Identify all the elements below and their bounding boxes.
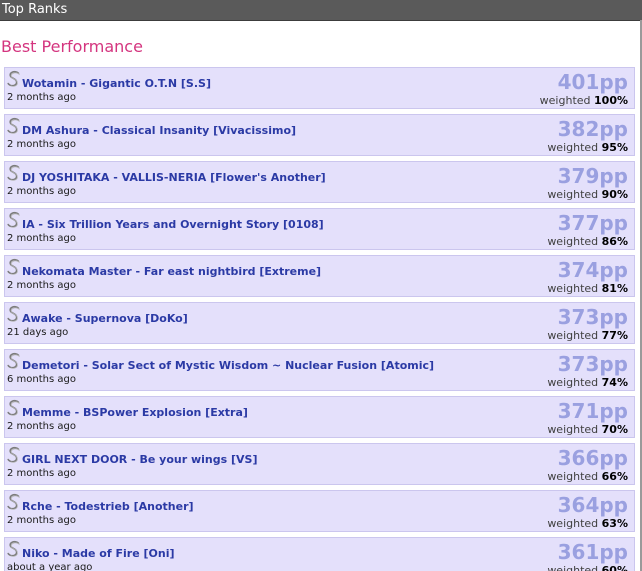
weight-info: weighted 66% (547, 470, 628, 483)
weighted-label: weighted (547, 376, 599, 389)
rank-row[interactable]: Rche - Todestrieb [Another] 2 months ago… (4, 490, 635, 532)
beatmap-link[interactable]: DM Ashura - Classical Insanity [Vivaciss… (22, 124, 296, 137)
weight-info: weighted 100% (540, 94, 628, 107)
rank-row[interactable]: Wotamin - Gigantic O.T.N [S.S] 2 months … (4, 67, 635, 109)
s-rank-icon (7, 70, 21, 88)
play-date: 6 months ago (7, 374, 76, 385)
weight-info: weighted 63% (547, 517, 628, 530)
rank-row[interactable]: IA - Six Trillion Years and Overnight St… (4, 208, 635, 250)
beatmap-link[interactable]: Rche - Todestrieb [Another] (22, 500, 194, 513)
weight-percent: 90% (601, 188, 628, 201)
pp-value: 377pp (557, 211, 628, 235)
rank-row[interactable]: Demetori - Solar Sect of Mystic Wisdom ~… (4, 349, 635, 391)
weight-percent: 74% (601, 376, 628, 389)
weight-info: weighted 81% (547, 282, 628, 295)
pp-value: 373pp (557, 305, 628, 329)
beatmap-link[interactable]: Niko - Made of Fire [Oni] (22, 547, 175, 560)
rank-row[interactable]: Niko - Made of Fire [Oni] about a year a… (4, 537, 635, 571)
s-rank-icon (7, 164, 21, 182)
rank-row[interactable]: Nekomata Master - Far east nightbird [Ex… (4, 255, 635, 297)
weight-info: weighted 86% (547, 235, 628, 248)
weighted-label: weighted (547, 235, 599, 248)
weight-percent: 63% (601, 517, 628, 530)
weighted-label: weighted (547, 517, 599, 530)
play-date: 2 months ago (7, 92, 76, 103)
weight-percent: 95% (601, 141, 628, 154)
weight-percent: 100% (594, 94, 628, 107)
weight-percent: 60% (601, 564, 628, 571)
weight-info: weighted 95% (547, 141, 628, 154)
beatmap-link[interactable]: Demetori - Solar Sect of Mystic Wisdom ~… (22, 359, 434, 372)
s-rank-icon (7, 211, 21, 229)
weight-percent: 81% (601, 282, 628, 295)
weight-percent: 77% (601, 329, 628, 342)
weighted-label: weighted (547, 564, 599, 571)
weight-info: weighted 90% (547, 188, 628, 201)
rank-row[interactable]: DM Ashura - Classical Insanity [Vivaciss… (4, 114, 635, 156)
pp-value: 401pp (557, 70, 628, 94)
s-rank-icon (7, 258, 21, 276)
play-date: 2 months ago (7, 515, 76, 526)
beatmap-link[interactable]: Memme - BSPower Explosion [Extra] (22, 406, 248, 419)
rank-row[interactable]: GIRL NEXT DOOR - Be your wings [VS] 2 mo… (4, 443, 635, 485)
top-ranks-header: Top Ranks (0, 0, 642, 21)
rank-row[interactable]: Awake - Supernova [DoKo] 21 days ago 373… (4, 302, 635, 344)
beatmap-link[interactable]: Awake - Supernova [DoKo] (22, 312, 188, 325)
weight-info: weighted 60% (547, 564, 628, 571)
s-rank-icon (7, 305, 21, 323)
s-rank-icon (7, 493, 21, 511)
beatmap-link[interactable]: GIRL NEXT DOOR - Be your wings [VS] (22, 453, 258, 466)
pp-value: 371pp (557, 399, 628, 423)
rank-list: Wotamin - Gigantic O.T.N [S.S] 2 months … (4, 67, 635, 571)
s-rank-icon (7, 117, 21, 135)
page: Top Ranks Best Performance Wotamin - Gig… (0, 0, 642, 571)
weighted-label: weighted (547, 470, 599, 483)
beatmap-link[interactable]: Wotamin - Gigantic O.T.N [S.S] (22, 77, 211, 90)
weighted-label: weighted (547, 188, 599, 201)
play-date: 2 months ago (7, 139, 76, 150)
pp-value: 366pp (557, 446, 628, 470)
s-rank-icon (7, 352, 21, 370)
weighted-label: weighted (539, 94, 591, 107)
weight-info: weighted 70% (547, 423, 628, 436)
s-rank-icon (7, 399, 21, 417)
section-title: Best Performance (1, 37, 143, 56)
rank-row[interactable]: Memme - BSPower Explosion [Extra] 2 mont… (4, 396, 635, 438)
play-date: about a year ago (7, 562, 93, 571)
pp-value: 374pp (557, 258, 628, 282)
rank-row[interactable]: DJ YOSHITAKA - VALLIS-NERIA [Flower's An… (4, 161, 635, 203)
pp-value: 379pp (557, 164, 628, 188)
play-date: 21 days ago (7, 327, 69, 338)
play-date: 2 months ago (7, 280, 76, 291)
s-rank-icon (7, 446, 21, 464)
beatmap-link[interactable]: Nekomata Master - Far east nightbird [Ex… (22, 265, 321, 278)
weight-info: weighted 77% (547, 329, 628, 342)
weighted-label: weighted (547, 141, 599, 154)
play-date: 2 months ago (7, 468, 76, 479)
beatmap-link[interactable]: DJ YOSHITAKA - VALLIS-NERIA [Flower's An… (22, 171, 326, 184)
s-rank-icon (7, 540, 21, 558)
weight-percent: 70% (601, 423, 628, 436)
weighted-label: weighted (547, 329, 599, 342)
pp-value: 364pp (557, 493, 628, 517)
pp-value: 373pp (557, 352, 628, 376)
beatmap-link[interactable]: IA - Six Trillion Years and Overnight St… (22, 218, 324, 231)
play-date: 2 months ago (7, 233, 76, 244)
weight-percent: 66% (601, 470, 628, 483)
weighted-label: weighted (547, 282, 599, 295)
weighted-label: weighted (547, 423, 599, 436)
play-date: 2 months ago (7, 186, 76, 197)
play-date: 2 months ago (7, 421, 76, 432)
weight-info: weighted 74% (547, 376, 628, 389)
header-title: Top Ranks (2, 2, 68, 17)
pp-value: 382pp (557, 117, 628, 141)
weight-percent: 86% (601, 235, 628, 248)
pp-value: 361pp (557, 540, 628, 564)
